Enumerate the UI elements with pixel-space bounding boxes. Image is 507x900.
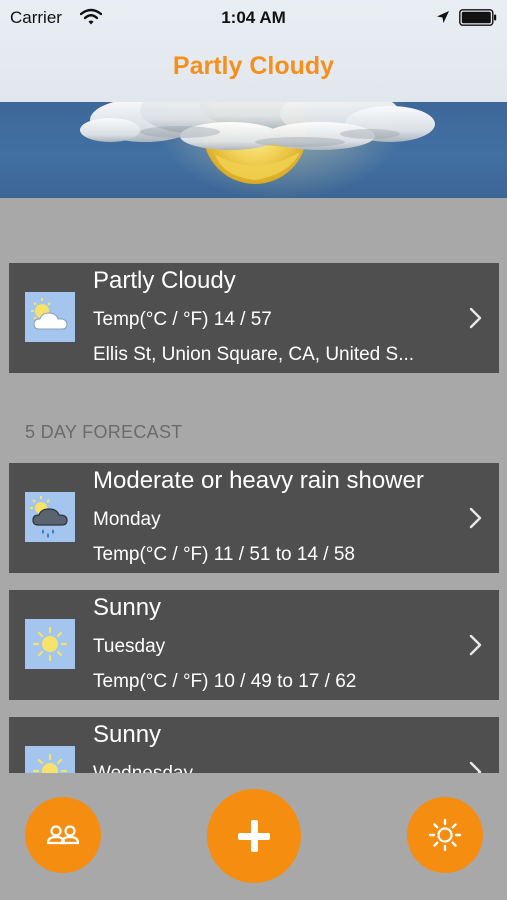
forecast-row[interactable]: Moderate or heavy rain shower Monday Tem… (9, 463, 499, 573)
chevron-right-icon (469, 307, 482, 329)
forecast-row[interactable]: Sunny Tuesday Temp(°C / °F) 10 / 49 to 1… (9, 590, 499, 700)
header: Carrier 1:04 AM Partly Cloudy (0, 0, 507, 198)
forecast-day: Tuesday (93, 636, 166, 657)
chevron-right-icon (469, 634, 482, 656)
location-arrow-icon (437, 11, 449, 23)
weather-button[interactable] (407, 797, 483, 873)
clock: 1:04 AM (221, 8, 286, 27)
people-button[interactable] (25, 797, 101, 873)
forecast-temperature: Temp(°C / °F) 11 / 51 to 14 / 58 (93, 544, 355, 565)
weather-hero-image (0, 102, 507, 198)
current-condition: Partly Cloudy (93, 267, 236, 294)
current-temperature: Temp(°C / °F) 14 / 57 (93, 309, 272, 330)
partly-cloudy-icon (25, 292, 75, 342)
forecast-day: Wednesday (93, 763, 193, 773)
sun-icon (25, 619, 75, 669)
chevron-right-icon (469, 507, 482, 529)
content-scroll-area[interactable]: Partly Cloudy Temp(°C / °F) 14 / 57 Elli… (0, 198, 507, 773)
forecast-condition: Moderate or heavy rain shower (93, 467, 424, 494)
forecast-row[interactable]: Sunny Wednesday (9, 717, 499, 773)
forecast-section-label: 5 DAY FORECAST (25, 422, 183, 442)
battery-icon (459, 9, 497, 26)
current-weather-row[interactable]: Partly Cloudy Temp(°C / °F) 14 / 57 Elli… (9, 263, 499, 373)
plus-icon (238, 820, 270, 852)
forecast-temperature: Temp(°C / °F) 10 / 49 to 17 / 62 (93, 671, 357, 692)
forecast-condition: Sunny (93, 594, 162, 621)
add-button[interactable] (207, 789, 301, 883)
chevron-right-icon (469, 761, 482, 773)
current-location: Ellis St, Union Square, CA, United S... (93, 344, 415, 365)
status-bar: Carrier 1:04 AM (0, 0, 507, 40)
sun-icon (25, 746, 75, 773)
forecast-condition: Sunny (93, 721, 162, 748)
page-title: Partly Cloudy (172, 52, 335, 80)
forecast-day: Monday (93, 509, 161, 530)
rain-shower-icon (25, 492, 75, 542)
people-icon (46, 825, 80, 845)
sun-icon (428, 818, 462, 852)
